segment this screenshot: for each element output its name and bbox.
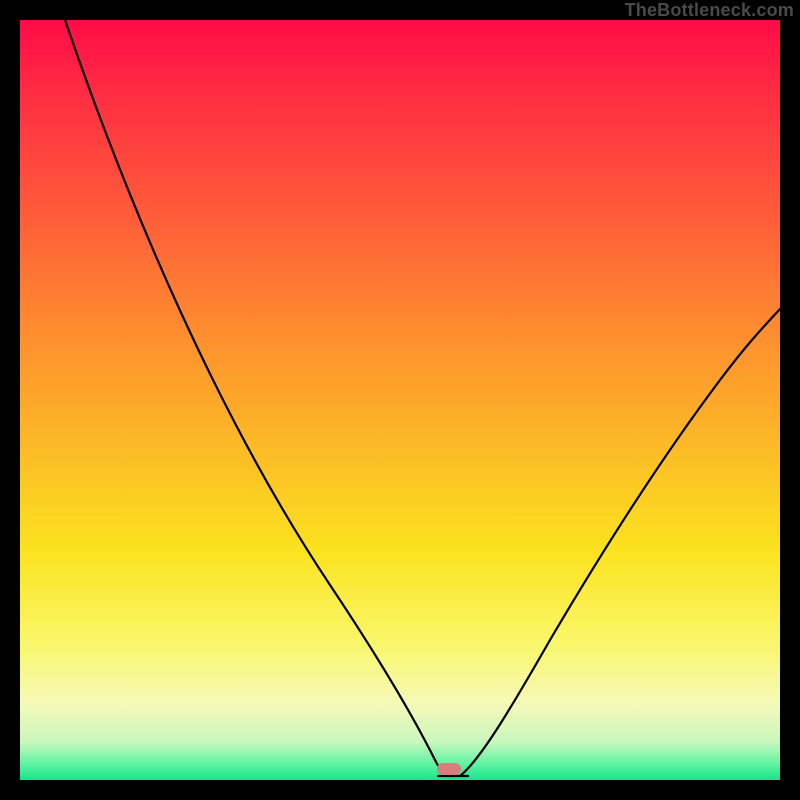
valley-marker <box>437 763 461 775</box>
chart-frame: TheBottleneck.com <box>0 0 800 800</box>
plot-area <box>20 20 780 780</box>
curve-right-branch <box>460 309 780 776</box>
bottleneck-curve <box>20 20 780 780</box>
curve-left-branch <box>65 20 450 776</box>
watermark-text: TheBottleneck.com <box>625 0 794 21</box>
